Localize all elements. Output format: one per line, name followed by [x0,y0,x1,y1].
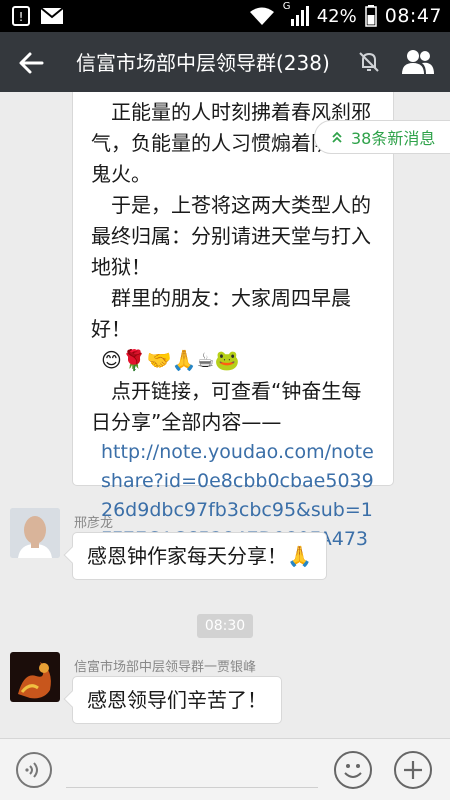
chat-header: 信富市场部中层领导群(238) [0,32,450,92]
emoji-row: 😊🌹🤝🙏☕🐸 [101,348,240,372]
new-messages-label: 38条新消息 [351,129,436,148]
mail-icon [40,7,64,24]
message-input[interactable] [66,787,318,788]
smiley-icon[interactable] [334,751,372,789]
message-text-line: 于是，上苍将这两大类型人的最终归属：分别请进天堂与打入地狱！ [91,193,371,279]
sender-name: 信富市场部中层领导群一贾银峰 [74,660,257,675]
arrow-left-icon[interactable] [16,48,46,78]
input-bar [0,738,450,800]
message-bubble[interactable]: 感恩领导们辛苦了！ [63,676,282,724]
timestamp: 08:30 [197,614,253,638]
wifi-icon [249,7,274,25]
message-text: 感恩钟作家每天分享！ [87,544,287,568]
double-chevron-up-icon [332,131,342,143]
status-bar: ! G 42% 08:47 [0,0,450,32]
signal-icon: G [283,1,309,27]
chat-title: 信富市场部中层领导群(238) [76,51,330,75]
voice-icon[interactable] [16,752,52,788]
avatar[interactable] [10,652,60,702]
bubble-tail [63,546,81,564]
message-bubble[interactable]: 感恩钟作家每天分享！🙏 [63,532,327,580]
message-text: 感恩领导们辛苦了！ [87,688,267,712]
alert-icon: ! [12,6,30,26]
status-left-icons: ! [12,6,64,26]
message-text-line: 点开链接，可查看“钟奋生每日分享”全部内容—— [91,379,362,434]
battery-icon [364,5,377,27]
bell-muted-icon [359,52,379,72]
chat-area[interactable]: 正能量的人时刻拂着春风刹邪气，负能量的人习惯煽着阴风点鬼火。 于是，上苍将这两大… [0,92,450,738]
battery-percent: 42% [316,5,357,27]
avatar[interactable] [10,508,60,558]
sender-name: 邢彦龙 [74,516,114,531]
bubble-tail [63,690,81,708]
new-messages-button[interactable]: 38条新消息 [314,120,450,154]
plus-icon[interactable] [394,751,432,789]
status-right: G 42% 08:47 [249,1,442,27]
people-icon[interactable] [400,48,436,76]
svg-text:!: ! [19,10,24,24]
clock: 08:47 [384,5,442,27]
message-text-line: 群里的朋友：大家周四早晨好！ [91,286,351,341]
praying-hands-emoji: 🙏 [287,544,312,568]
